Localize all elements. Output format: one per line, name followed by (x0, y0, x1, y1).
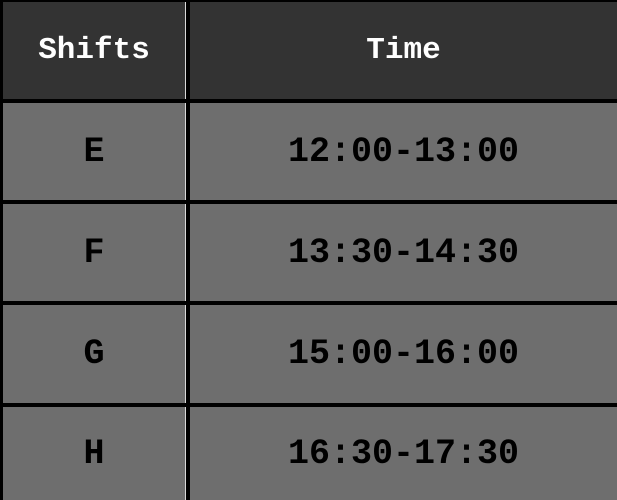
header-time: Time (190, 2, 617, 99)
cell-shift-h: H (3, 407, 186, 500)
cell-time-f: 13:30-14:30 (190, 204, 617, 301)
shifts-table: Shifts Time E 12:00-13:00 F 13:30-14:30 … (0, 0, 617, 500)
cell-shift-e: E (3, 103, 186, 200)
header-shifts: Shifts (3, 2, 186, 99)
cell-time-e: 12:00-13:00 (190, 103, 617, 200)
cell-shift-g: G (3, 305, 186, 403)
cell-time-h: 16:30-17:30 (190, 407, 617, 500)
cell-shift-f: F (3, 204, 186, 301)
cell-time-g: 15:00-16:00 (190, 305, 617, 403)
